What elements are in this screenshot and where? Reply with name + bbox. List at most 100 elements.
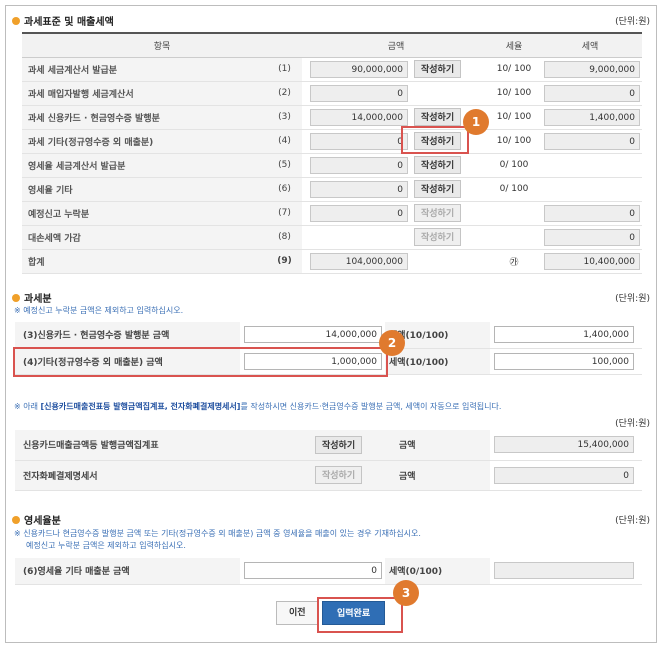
table-row: 과세 신용카드 · 현금영수증 발행분 (3) 14,000,000 작성하기 10/ … [22,105,642,130]
write-button[interactable]: 작성하기 [414,180,462,198]
prev-button[interactable]: 이전 [276,601,319,625]
amount-field: 14,000,000 [310,108,408,126]
card-tax-input[interactable]: 1,400,000 [494,326,634,344]
write-button[interactable]: 작성하기 [414,108,462,126]
table-header: 항목 금액 세율 세액 [22,32,642,58]
rate-cell: 0/ 100 [490,153,538,178]
tax-field: 0 [544,84,640,102]
table-row: 영세율 기타 (6) 0 작성하기 0/ 100 [22,177,642,202]
row-label: 신용카드매출금액등 발행금액집계표 [15,430,315,461]
callout-3: 3 [393,580,419,606]
row-label: 대손세액 가감 [22,225,267,250]
section2-title: 과세분 [12,290,52,305]
row-number: (6) [267,177,302,202]
section4-note1: ※ 신용카드나 현금영수증 발행분 금액 또는 기타(정규영수증 외 매출분) … [14,529,421,538]
col-header-amount: 금액 [302,32,490,58]
tax-field: 0 [544,228,640,246]
table-row: 과세 기타(정규영수증 외 매출분) (4) 0 작성하기 10/ 100 0 [22,129,642,154]
rate-cell: 10/ 100 [490,129,538,154]
highlight-box-3 [317,597,403,633]
row-number: (9) [267,249,302,274]
row-number: (7) [267,201,302,226]
write-button[interactable]: 작성하기 [315,466,363,484]
section3-unit: (단위:원) [615,419,650,429]
card-summary-amount: 15,400,000 [494,436,634,454]
section4-unit: (단위:원) [615,516,650,526]
write-button[interactable]: 작성하기 [414,228,462,246]
rate-cell: 0/ 100 [490,177,538,202]
row-label: (6)영세율 기타 매출분 금액 [15,558,240,585]
zero-rate-table: (6)영세율 기타 매출분 금액 0 세액(0/100) [15,558,642,585]
row-label: (3)신용카드 · 현금영수증 발행분 금액 [15,322,240,349]
section3-note: ※ 아래 [신용카드매출전표등 발행금액집계표, 전자화폐결제명세서]를 작성하… [14,402,502,411]
row-number: (5) [267,153,302,178]
table-row: 영세율 세금계산서 발급분 (5) 0 작성하기 0/ 100 [22,153,642,178]
callout-1: 1 [463,109,489,135]
amount-label: 금액 [395,430,490,461]
tax-field: 1,400,000 [544,108,640,126]
section2-note: ※ 예정신고 누락분 금액은 제외하고 입력하십시오. [14,306,184,315]
row-label: 영세율 세금계산서 발급분 [22,153,267,178]
tax-field: 0 [544,132,640,150]
section4-note2: 예정신고 누락분 금액은 제외하고 입력하십시오. [26,541,186,550]
rate-cell: 10/ 100 [490,57,538,82]
row-label: 과세 매입자발행 세금계산서 [22,81,267,106]
emoney-amount: 0 [494,466,634,484]
row-label: 과세 기타(정규영수증 외 매출분) [22,129,267,154]
table-row: 과세 세금계산서 발급분 (1) 90,000,000 작성하기 10/ 100 9,00… [22,57,642,82]
write-button[interactable]: 작성하기 [414,60,462,78]
table-row: 신용카드매출금액등 발행금액집계표 작성하기 금액 15,400,000 [15,430,642,461]
rate-cell: 10/ 100 [490,105,538,130]
bullet-icon [12,16,20,25]
amount-field: 0 [310,156,408,174]
amount-field: 90,000,000 [310,60,408,78]
highlight-box-2 [13,347,388,377]
tax-field: 10,400,000 [544,252,640,270]
amount-field: 0 [310,132,408,150]
table-row: 전자화폐결제명세서 작성하기 금액 0 [15,460,642,491]
table-row: 예정신고 누락분 (7) 0 작성하기 0 [22,201,642,226]
row-number: (1) [267,57,302,82]
section1-unit: (단위:원) [615,17,650,27]
row-label: 영세율 기타 [22,177,267,202]
row-label: 예정신고 누락분 [22,201,267,226]
row-label: 과세 세금계산서 발급분 [22,57,267,82]
col-header-tax: 세액 [538,32,642,58]
amount-field: 0 [310,84,408,102]
section4-title: 영세율분 [12,512,61,527]
rate-cell [490,225,538,250]
row-label: 전자화폐결제명세서 [15,460,315,491]
col-header-item: 항목 [22,32,302,58]
rate-cell [490,201,538,226]
table-row: 과세 매입자발행 세금계산서 (2) 0 10/ 100 0 [22,81,642,106]
row-number: (4) [267,129,302,154]
write-button[interactable]: 작성하기 [414,156,462,174]
tax-field: 0 [544,204,640,222]
row-number: (3) [267,105,302,130]
summary-forms-table: 신용카드매출금액등 발행금액집계표 작성하기 금액 15,400,000 전자화… [15,430,642,491]
write-button[interactable]: 작성하기 [414,204,462,222]
write-button[interactable]: 작성하기 [315,435,363,454]
zero-rate-amount-input[interactable]: 0 [244,562,382,580]
amount-field: 0 [310,180,408,198]
table-row: (6)영세율 기타 매출분 금액 0 세액(0/100) [15,558,642,585]
bullet-icon [12,515,20,524]
zero-rate-tax [494,562,634,580]
rate-cell: ㉮ [490,249,538,274]
table-row: 합계 (9) 104,000,000 ㉮ 10,400,000 [22,249,642,274]
section2-unit: (단위:원) [615,294,650,304]
table-row: (3)신용카드 · 현금영수증 발행분 금액 14,000,000 세액(10/… [15,322,642,349]
bullet-icon [12,293,20,302]
tax-field: 9,000,000 [544,60,640,78]
row-label: 합계 [22,249,267,274]
other-tax-input[interactable]: 100,000 [494,352,634,370]
section1-title: 과세표준 및 매출세액 [12,13,114,28]
row-label: 과세 신용카드 · 현금영수증 발행분 [22,105,267,130]
row-number: (2) [267,81,302,106]
amount-label: 금액 [395,460,490,491]
table-row: 대손세액 가감 (8) 작성하기 0 [22,225,642,250]
card-amount-input[interactable]: 14,000,000 [244,326,382,344]
highlight-box-1 [401,126,469,154]
row-number: (8) [267,225,302,250]
col-header-rate: 세율 [490,32,538,58]
